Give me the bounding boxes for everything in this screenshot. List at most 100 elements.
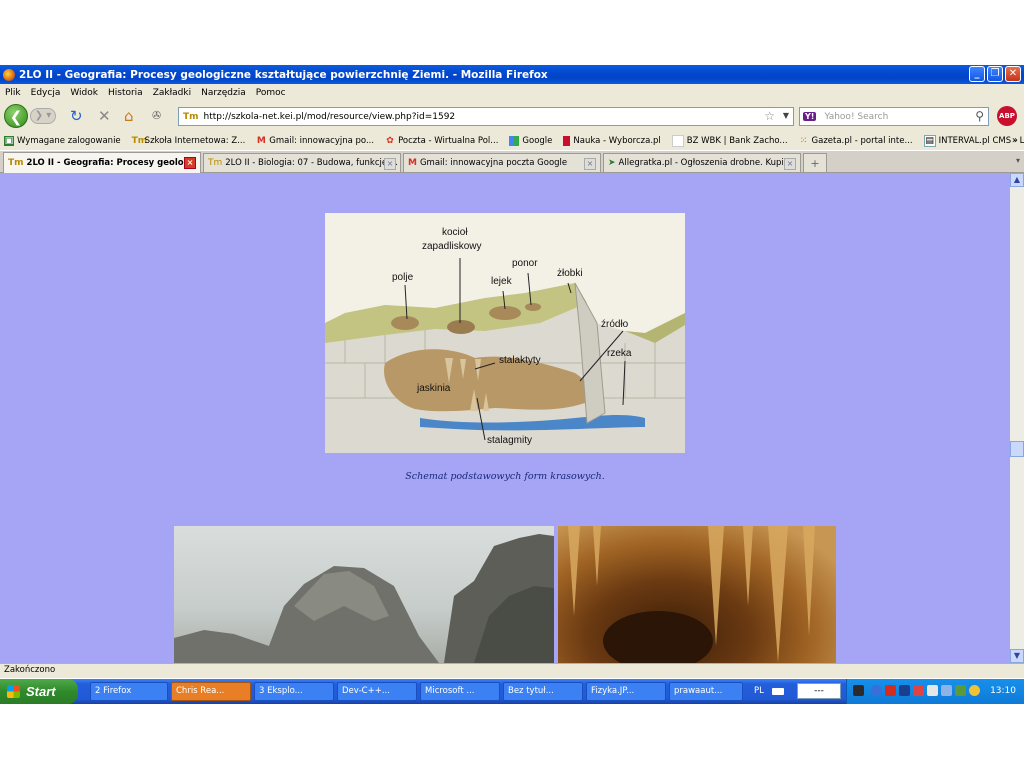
status-bar: Zakończono (0, 663, 1024, 678)
page-icon (671, 134, 684, 147)
menu-history[interactable]: Historia (108, 88, 143, 98)
tray-security-icon[interactable] (913, 685, 924, 696)
tray-volume-icon[interactable] (955, 685, 966, 696)
menu-tools[interactable]: Narzędzia (201, 88, 246, 98)
label-zrodlo: źródło (601, 319, 629, 330)
tray-acrobat-icon[interactable] (885, 685, 896, 696)
yahoo-engine-icon[interactable]: Y! (803, 112, 817, 121)
taskbar-address-field[interactable]: --- (797, 683, 841, 699)
taskbar-item-chris-rea[interactable]: Chris Rea... (171, 682, 251, 701)
karst-landscape-photo (174, 526, 554, 663)
menu-help[interactable]: Pomoc (256, 88, 286, 98)
tray-app-icon[interactable] (853, 685, 864, 696)
new-tab-button[interactable]: + (803, 153, 827, 172)
site-favicon: Tm (208, 158, 223, 168)
page-icon: ▤ (923, 134, 936, 147)
bookmarks-overflow-icon[interactable]: » (1012, 135, 1018, 146)
close-button[interactable]: ✕ (1005, 66, 1021, 82)
wyborcza-icon (563, 135, 571, 146)
tab-allegratka[interactable]: ➤ Allegratka.pl - Ogłoszenia drobne. Kup… (603, 153, 801, 172)
vertical-scrollbar[interactable]: ▲ ▼ (1010, 173, 1024, 663)
tray-bluetooth-icon[interactable] (899, 685, 910, 696)
label-kociol: kocioł (442, 227, 468, 238)
cave-drawing (568, 526, 815, 663)
tray-display-icon[interactable] (941, 685, 952, 696)
minimize-button[interactable]: _ (969, 66, 985, 82)
scroll-down-icon[interactable]: ▼ (1010, 649, 1024, 663)
site-favicon: Tm (8, 158, 24, 168)
gmail-icon: M (256, 135, 266, 146)
search-icon[interactable]: ⚲ (975, 109, 984, 123)
menu-file[interactable]: Plik (5, 88, 21, 98)
label-ponor: ponor (512, 258, 538, 269)
taskbar-item-fizyka[interactable]: Fizyka.JP... (586, 682, 666, 701)
label-jaskinia: jaskinia (417, 383, 451, 394)
gazeta-icon: ⁙ (799, 135, 808, 146)
taskbar-item-bez-tytulu[interactable]: Bez tytuł... (503, 682, 583, 701)
address-bar[interactable]: Tm http://szkola-net.kei.pl/mod/resource… (178, 107, 794, 126)
bookmark-item[interactable]: Nauka - Wyborcza.pl (559, 135, 661, 146)
addon-icon[interactable]: ✇ (152, 107, 161, 125)
stop-icon[interactable]: ✕ (98, 107, 111, 125)
bookmark-item[interactable]: ▣ Wymagane zalogowanie (0, 135, 121, 146)
bookmark-star-icon[interactable]: ☆ (764, 109, 775, 123)
menu-edit[interactable]: Edycja (31, 88, 61, 98)
tab-gmail[interactable]: M Gmail: innowacyjna poczta Google × (403, 153, 601, 172)
taskbar-item-firefox[interactable]: 2 Firefox (90, 682, 168, 701)
language-indicator[interactable]: PL (754, 679, 764, 704)
search-box[interactable]: Y! Yahoo! Search ⚲ (799, 107, 989, 126)
bookmark-item[interactable]: ⁙ Gazeta.pl - portal inte... (795, 136, 913, 146)
adblock-button[interactable]: ABP (997, 106, 1017, 126)
windows-logo-icon (7, 685, 20, 698)
taskbar-item-prawaaut[interactable]: prawaaut... (669, 682, 743, 701)
bookmark-item[interactable]: Tm Szkoła Internetowa: Z... (128, 136, 246, 146)
diagram-caption: Schemat podstawowych form krasowych. (405, 471, 605, 482)
cave-photo (558, 526, 836, 663)
tab-list-icon[interactable]: ▾ (1016, 156, 1020, 165)
bookmark-icon: ▣ (4, 135, 14, 146)
taskbar: Start 2 Firefox Chris Rea... 3 Eksplo...… (0, 679, 1024, 704)
karst-landscape-drawing (174, 534, 554, 663)
tray-network-icon[interactable] (927, 685, 938, 696)
search-placeholder: Yahoo! Search (824, 111, 889, 122)
clock[interactable]: 13:10 (990, 679, 1016, 704)
taskbar-item-explorer[interactable]: 3 Eksplo... (254, 682, 334, 701)
forward-button[interactable]: ❯ ▾ (30, 108, 56, 124)
menu-view[interactable]: Widok (70, 88, 98, 98)
menu-bookmarks[interactable]: Zakładki (153, 88, 191, 98)
home-icon[interactable]: ⌂ (124, 107, 134, 125)
reload-icon[interactable]: ↻ (70, 107, 83, 125)
back-button[interactable]: ❮ (4, 104, 28, 128)
tab-biologia[interactable]: Tm 2LO II - Biologia: 07 - Budowa, funkc… (203, 153, 401, 172)
taskbar-item-devcpp[interactable]: Dev-C++... (337, 682, 417, 701)
scroll-up-icon[interactable]: ▲ (1010, 173, 1024, 187)
bookmark-item[interactable]: ▤INTERVAL.pl CMS - Lo... (920, 134, 1024, 147)
menu-bar: Plik Edycja Widok Historia Zakładki Narz… (0, 84, 1024, 101)
tray-update-icon[interactable] (969, 685, 980, 696)
firefox-icon (3, 68, 15, 81)
gmail-icon: M (408, 158, 417, 168)
label-rzeka: rzeka (607, 348, 632, 359)
tab-close-icon[interactable]: × (384, 158, 396, 170)
bookmark-item[interactable]: BZ WBK | Bank Zacho... (668, 134, 788, 147)
allegratka-icon: ➤ (608, 158, 616, 168)
maximize-button[interactable]: ❐ (987, 66, 1003, 82)
tab-close-icon[interactable]: × (584, 158, 596, 170)
window-title-bar[interactable]: 2LO II - Geografia: Procesy geologiczne … (0, 65, 1024, 84)
tab-close-icon[interactable]: × (784, 158, 796, 170)
bookmark-item[interactable]: Google (505, 135, 552, 146)
scroll-thumb[interactable] (1010, 441, 1024, 457)
karst-diagram: kocioł zapadliskowy polje lejek ponor żł… (325, 213, 685, 453)
url-dropdown-icon[interactable]: ▼ (783, 111, 789, 120)
navigation-toolbar: ❮ ❯ ▾ ↻ ✕ ⌂ ✇ Tm http://szkola-net.kei.p… (0, 101, 1024, 131)
start-button[interactable]: Start (0, 679, 78, 704)
label-stalagmity: stalagmity (487, 435, 533, 446)
tab-geografia[interactable]: Tm 2LO II - Geografia: Procesy geolo... … (3, 152, 201, 173)
window-title: 2LO II - Geografia: Procesy geologiczne … (19, 68, 548, 81)
taskbar-item-microsoft[interactable]: Microsoft ... (420, 682, 500, 701)
status-text: Zakończono (4, 665, 56, 675)
bookmark-item[interactable]: ✿ Poczta - Wirtualna Pol... (381, 136, 498, 146)
tray-back-icon[interactable] (871, 685, 882, 696)
tab-close-icon[interactable]: × (184, 157, 196, 169)
bookmark-item[interactable]: M Gmail: innowacyjna po... (252, 136, 374, 146)
